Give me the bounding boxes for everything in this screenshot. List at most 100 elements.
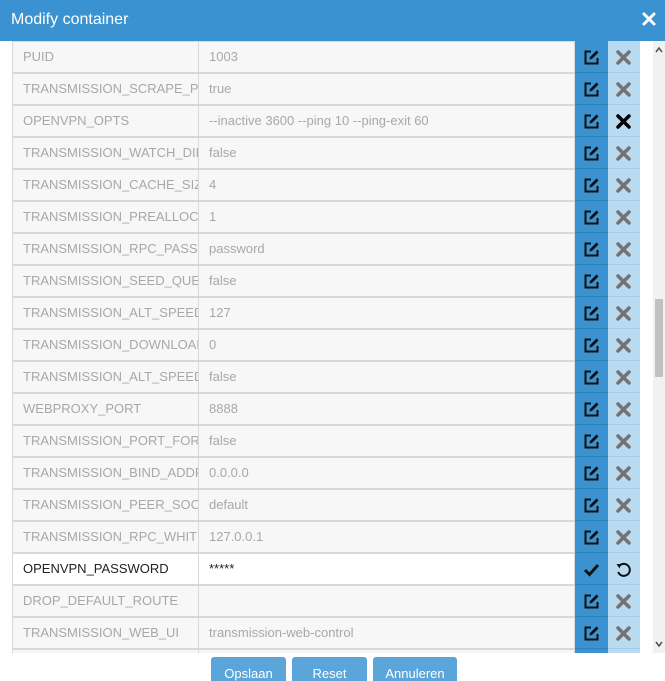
delete-icon — [616, 626, 631, 641]
close-icon[interactable] — [640, 10, 658, 28]
edit-icon — [584, 338, 599, 353]
delete-button[interactable] — [608, 105, 640, 137]
edit-button[interactable] — [575, 425, 608, 457]
edit-icon — [584, 434, 599, 449]
env-row: OPENVPN_OPTS --inactive 3600 --ping 10 --… — [12, 105, 640, 137]
env-value-field[interactable]: 1003 — [199, 41, 575, 73]
env-value-field[interactable]: 8888 — [199, 393, 575, 425]
confirm-button[interactable] — [575, 553, 608, 585]
edit-button[interactable] — [575, 617, 608, 649]
env-value-field[interactable]: password — [199, 233, 575, 265]
delete-icon — [616, 114, 631, 129]
env-key-field[interactable]: TRANSMISSION_SEED_QUEUE_ENABLED — [12, 265, 199, 297]
env-value-field[interactable]: default — [199, 489, 575, 521]
env-value-field[interactable]: ***** — [199, 553, 575, 585]
delete-button[interactable] — [608, 425, 640, 457]
env-key-field[interactable]: TRANSMISSION_PEER_SOCKET_TOS — [12, 489, 199, 521]
delete-button[interactable] — [608, 73, 640, 105]
env-key-field[interactable]: TRANSMISSION_BIND_ADDRESS_IPV4 — [12, 457, 199, 489]
edit-button[interactable] — [575, 361, 608, 393]
edit-button[interactable] — [575, 489, 608, 521]
edit-icon — [584, 466, 599, 481]
env-row: TRANSMISSION_RPC_WHITELIST127.0.0.1 — [12, 521, 640, 553]
delete-button[interactable] — [608, 617, 640, 649]
env-key-field[interactable]: TRANSMISSION_WEB_UI — [12, 617, 199, 649]
env-key-field[interactable]: WEBPROXY_PORT — [12, 393, 199, 425]
delete-icon — [616, 594, 631, 609]
env-value-field[interactable]: false — [199, 265, 575, 297]
delete-button[interactable] — [608, 201, 640, 233]
env-row: WEBPROXY_PORT 8888 — [12, 393, 640, 425]
edit-button[interactable] — [575, 265, 608, 297]
delete-button[interactable] — [608, 457, 640, 489]
edit-button[interactable] — [575, 233, 608, 265]
edit-icon — [584, 146, 599, 161]
env-value-field[interactable]: 1 — [199, 201, 575, 233]
delete-icon — [616, 306, 631, 321]
delete-button[interactable] — [608, 297, 640, 329]
delete-button[interactable] — [608, 585, 640, 617]
delete-button[interactable] — [608, 233, 640, 265]
env-key-field[interactable]: TRANSMISSION_RPC_PASSWORD — [12, 233, 199, 265]
env-row: TRANSMISSION_RPC_PASSWORDpassword — [12, 233, 640, 265]
scroll-down-icon[interactable] — [653, 637, 665, 651]
edit-button[interactable] — [575, 329, 608, 361]
reset-button[interactable]: Reset — [292, 657, 367, 681]
env-value-field[interactable]: 0 — [199, 329, 575, 361]
env-value-field[interactable]: true — [199, 73, 575, 105]
edit-button[interactable] — [575, 41, 608, 73]
env-key-field[interactable]: DROP_DEFAULT_ROUTE — [12, 585, 199, 617]
edit-button[interactable] — [575, 297, 608, 329]
edit-button[interactable] — [575, 393, 608, 425]
delete-button[interactable] — [608, 521, 640, 553]
scrollbar-thumb[interactable] — [655, 299, 663, 377]
env-value-field[interactable]: 127 — [199, 297, 575, 329]
env-value-field[interactable]: false — [199, 425, 575, 457]
env-value-field[interactable]: 4 — [199, 169, 575, 201]
edit-button[interactable] — [575, 521, 608, 553]
edit-button[interactable] — [575, 201, 608, 233]
undo-button[interactable] — [608, 553, 640, 585]
delete-button[interactable] — [608, 265, 640, 297]
delete-button[interactable] — [608, 137, 640, 169]
delete-button[interactable] — [608, 361, 640, 393]
env-key-field[interactable]: PUID — [12, 41, 199, 73]
edit-button[interactable] — [575, 585, 608, 617]
edit-button[interactable] — [575, 457, 608, 489]
env-key-field[interactable]: OPENVPN_OPTS — [12, 105, 199, 137]
env-value-field[interactable] — [199, 585, 575, 617]
env-row: TRANSMISSION_PORT_FORWARDING_ENABLEDfals… — [12, 425, 640, 457]
env-key-field[interactable]: TRANSMISSION_PREALLOCATION — [12, 201, 199, 233]
edit-button[interactable] — [575, 73, 608, 105]
delete-button[interactable] — [608, 169, 640, 201]
edit-button[interactable] — [575, 169, 608, 201]
delete-button[interactable] — [608, 41, 640, 73]
env-key-field[interactable]: TRANSMISSION_ALT_SPEED_TIME_DAY — [12, 297, 199, 329]
env-key-field[interactable]: TRANSMISSION_RPC_WHITELIST — [12, 521, 199, 553]
env-value-field[interactable]: false — [199, 137, 575, 169]
scroll-up-icon[interactable] — [653, 43, 665, 57]
edit-button[interactable] — [575, 105, 608, 137]
edit-icon — [584, 626, 599, 641]
delete-button[interactable] — [608, 489, 640, 521]
env-key-field[interactable]: TRANSMISSION_ALT_SPEED_ENABLED — [12, 361, 199, 393]
env-key-field[interactable]: OPENVPN_PASSWORD — [12, 553, 199, 585]
scrollbar[interactable] — [653, 41, 665, 653]
env-value-field[interactable]: 0.0.0.0 — [199, 457, 575, 489]
env-key-field[interactable]: TRANSMISSION_SCRAPE_PAUSED_TORRENTS_ENAB… — [12, 73, 199, 105]
save-button[interactable]: Opslaan — [211, 657, 286, 681]
env-value-field[interactable]: --inactive 3600 --ping 10 --ping-exit 60 — [199, 105, 575, 137]
env-key-field[interactable]: TRANSMISSION_PORT_FORWARDING_ENABLED — [12, 425, 199, 457]
env-key-field[interactable]: TRANSMISSION_WATCH_DIR_ENABLED — [12, 137, 199, 169]
env-value-field[interactable]: transmission-web-control — [199, 617, 575, 649]
delete-button[interactable] — [608, 393, 640, 425]
env-key-field[interactable]: TRANSMISSION_DOWNLOAD_QUEUE_SIZE — [12, 329, 199, 361]
env-value-field[interactable]: false — [199, 361, 575, 393]
env-variable-list: PUID1003TRANSMISSION_SCRAPE_PAUSED_TORRE… — [0, 41, 653, 653]
env-value-field[interactable]: 127.0.0.1 — [199, 521, 575, 553]
edit-button[interactable] — [575, 137, 608, 169]
cancel-button[interactable]: Annuleren — [373, 657, 457, 681]
delete-button[interactable] — [608, 329, 640, 361]
delete-icon — [616, 402, 631, 417]
env-key-field[interactable]: TRANSMISSION_CACHE_SIZE_MB — [12, 169, 199, 201]
